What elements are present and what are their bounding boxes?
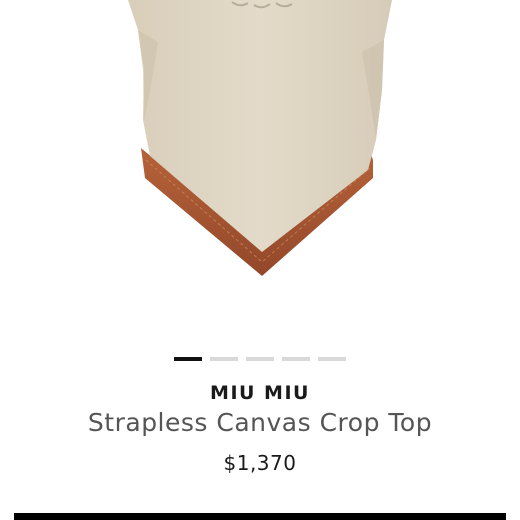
carousel-dot-2[interactable] <box>210 357 238 361</box>
carousel-dot-3[interactable] <box>246 357 274 361</box>
product-name: Strapless Canvas Crop Top <box>87 408 433 437</box>
crop-top-photo <box>128 0 392 276</box>
product-image[interactable] <box>0 0 520 340</box>
add-to-bag-button[interactable] <box>14 513 506 520</box>
carousel-dot-1[interactable] <box>174 357 202 361</box>
carousel-dot-5[interactable] <box>318 357 346 361</box>
carousel-dot-4[interactable] <box>282 357 310 361</box>
image-carousel-indicator <box>0 357 520 361</box>
product-brand[interactable]: MIU MIU <box>0 382 520 404</box>
product-price: $1,370 <box>223 451 297 475</box>
